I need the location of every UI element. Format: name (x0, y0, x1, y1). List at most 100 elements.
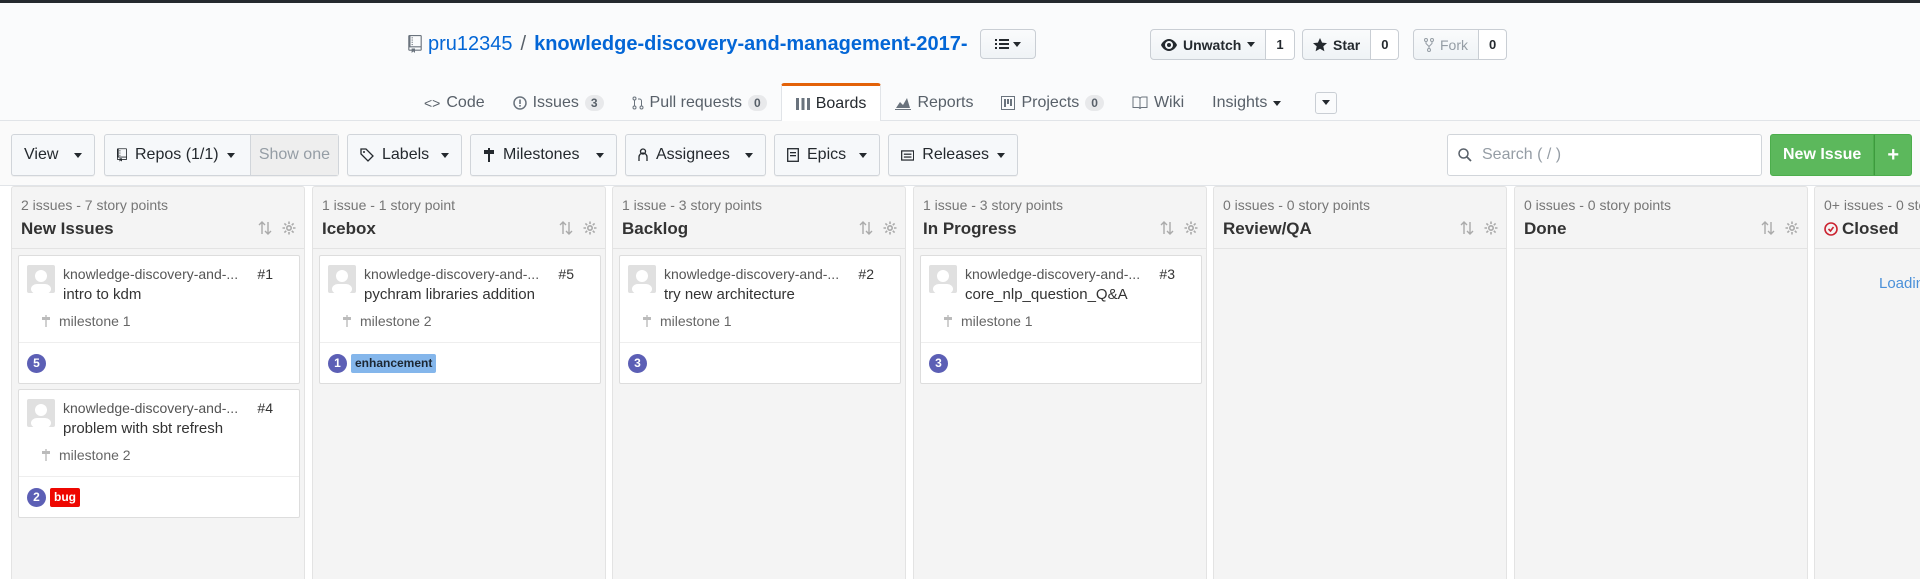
milestones-dropdown[interactable]: Milestones (470, 134, 617, 176)
labels-label: Labels (382, 146, 430, 163)
epics-dropdown[interactable]: Epics (774, 134, 880, 176)
view-label: View (24, 146, 59, 163)
tab-reports[interactable]: Reports (881, 83, 987, 123)
boards-icon (795, 98, 810, 110)
fork-button[interactable]: Fork (1413, 29, 1479, 60)
tab-code[interactable]: <> Code (410, 83, 499, 123)
sort-icon[interactable] (559, 221, 573, 235)
tag-icon (360, 148, 374, 162)
issue-card[interactable]: knowledge-discovery-and-... #1 intro to kd… (18, 255, 300, 384)
card-body: knowledge-discovery-and-... #2 try new arc… (620, 256, 900, 343)
column-title: Icebox (322, 219, 596, 239)
repo-separator: / (520, 32, 527, 55)
pipeline-column: 0+ issues - 0 story points Closed Loading.… (1814, 186, 1920, 579)
card-issue-title[interactable]: problem with sbt refresh (63, 420, 223, 437)
watch-count[interactable]: 1 (1266, 29, 1295, 60)
gear-icon[interactable] (282, 221, 296, 235)
more-tabs-button[interactable] (1315, 91, 1338, 114)
sort-icon[interactable] (1160, 221, 1174, 235)
tab-pull-requests-label: Pull requests (649, 94, 743, 111)
tab-boards[interactable]: Boards (780, 83, 882, 123)
pull-requests-counter: 0 (748, 95, 767, 111)
issue-label[interactable]: bug (50, 487, 80, 507)
fork-label: Fork (1440, 36, 1468, 53)
column-title: In Progress (923, 219, 1197, 239)
card-body: knowledge-discovery-and-... #1 intro to kd… (19, 256, 299, 343)
repo-icon (408, 35, 422, 53)
chevron-down-icon (1273, 100, 1282, 106)
chevron-down-icon (859, 152, 867, 158)
new-issue-group: New Issue + (1770, 134, 1913, 176)
list-icon (994, 39, 1009, 49)
chevron-down-icon (596, 152, 604, 158)
gear-icon[interactable] (1484, 221, 1498, 235)
board-toolbar: View Repos (1/1) Show one Labels Milesto… (0, 121, 1920, 186)
repo-owner-link[interactable]: pru12345 (428, 33, 513, 56)
new-issue-plus-button[interactable]: + (1874, 134, 1913, 176)
tab-insights-label: Insights (1212, 94, 1268, 111)
milestone-icon (484, 148, 494, 162)
book-icon (1132, 96, 1148, 110)
card-issue-title[interactable]: intro to kdm (63, 286, 141, 303)
issue-card[interactable]: knowledge-discovery-and-... #3 core_nlp_qu… (920, 255, 1202, 384)
card-issue-title[interactable]: pychram libraries addition (364, 286, 535, 303)
new-issue-button[interactable]: New Issue (1770, 134, 1875, 176)
issue-card[interactable]: knowledge-discovery-and-... #2 try new arc… (619, 255, 901, 384)
gear-icon[interactable] (583, 221, 597, 235)
projects-counter: 0 (1085, 95, 1104, 111)
card-issue-number: #1 (257, 266, 273, 282)
card-footer: 1 enhancement (320, 343, 600, 383)
search-input[interactable]: Search ( / ) (1447, 134, 1762, 176)
column-title-label: In Progress (923, 219, 1017, 238)
chevron-down-icon (1012, 41, 1021, 47)
chevron-down-icon (745, 152, 753, 158)
column-header: 0 issues - 0 story points Review/QA (1214, 187, 1506, 249)
card-milestone: milestone 2 (41, 447, 131, 463)
fork-count[interactable]: 0 (1479, 29, 1508, 60)
tab-issues[interactable]: Issues 3 (499, 83, 618, 123)
code-icon: <> (424, 95, 441, 111)
eye-icon (1161, 38, 1177, 51)
tab-boards-label: Boards (815, 95, 867, 112)
gear-icon[interactable] (883, 221, 897, 235)
pipeline-column: 1 issue - 1 story point Icebox knowledge-d… (312, 186, 606, 579)
show-one-button[interactable]: Show one (249, 135, 338, 175)
repo-name-link[interactable]: knowledge-discovery-and-management-2017- (534, 33, 967, 56)
sort-icon[interactable] (258, 221, 272, 235)
sort-icon[interactable] (859, 221, 873, 235)
gear-icon[interactable] (1184, 221, 1198, 235)
view-dropdown[interactable]: View (11, 134, 95, 176)
card-body: knowledge-discovery-and-... #4 problem wit… (19, 390, 299, 477)
column-title-label: Backlog (622, 219, 689, 238)
column-header: 1 issue - 3 story points In Progress (914, 187, 1206, 249)
issue-label[interactable]: enhancement (351, 353, 437, 373)
repo-menu-button[interactable] (979, 29, 1036, 59)
star-count[interactable]: 0 (1371, 29, 1400, 60)
milestone-icon (643, 315, 651, 327)
pipeline-column: 1 issue - 3 story points Backlog knowledge… (612, 186, 906, 579)
tab-wiki[interactable]: Wiki (1118, 83, 1198, 123)
card-issue-title[interactable]: core_nlp_question_Q&A (965, 286, 1128, 303)
card-issue-number: #3 (1159, 266, 1175, 282)
unwatch-button[interactable]: Unwatch (1150, 29, 1267, 60)
column-meta: 0+ issues - 0 story points (1824, 197, 1920, 213)
star-button[interactable]: Star (1302, 29, 1372, 60)
issue-card[interactable]: knowledge-discovery-and-... #5 pychram lib… (319, 255, 601, 384)
assignees-dropdown[interactable]: Assignees (625, 134, 766, 176)
sort-icon[interactable] (1460, 221, 1474, 235)
sort-icon[interactable] (1761, 221, 1775, 235)
card-body: knowledge-discovery-and-... #3 core_nlp_qu… (921, 256, 1201, 343)
assignees-label: Assignees (656, 146, 730, 163)
releases-dropdown[interactable]: Releases (888, 134, 1018, 176)
star-icon (1313, 37, 1327, 51)
labels-dropdown[interactable]: Labels (347, 134, 462, 176)
closed-loading-link[interactable]: Loading... (1879, 275, 1920, 292)
gear-icon[interactable] (1785, 221, 1799, 235)
card-issue-title[interactable]: try new architecture (664, 286, 795, 303)
tab-insights[interactable]: Insights (1198, 83, 1295, 123)
issue-card[interactable]: knowledge-discovery-and-... #4 problem wit… (18, 389, 300, 518)
tab-projects[interactable]: Projects 0 (987, 83, 1117, 123)
repos-dropdown[interactable]: Repos (1/1) Show one (104, 134, 339, 176)
card-repo-name: knowledge-discovery-and-... (63, 400, 239, 416)
tab-pull-requests[interactable]: Pull requests 0 (618, 83, 781, 123)
